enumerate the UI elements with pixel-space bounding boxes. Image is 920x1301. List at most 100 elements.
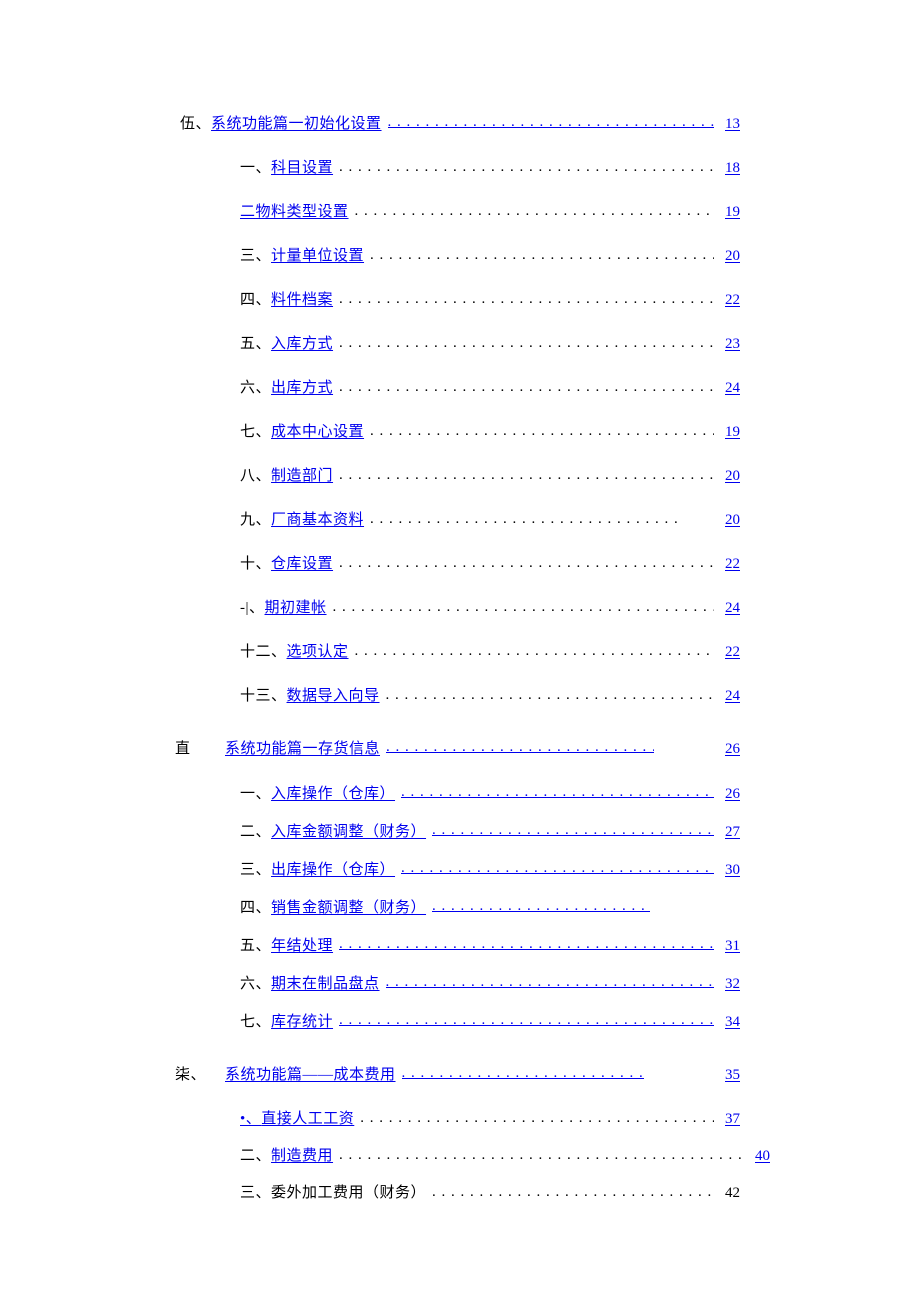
- toc-page-number[interactable]: 30: [718, 860, 740, 881]
- toc-leader-dots: [339, 465, 714, 480]
- toc-page-number[interactable]: 26: [718, 739, 740, 760]
- toc-item-label: 三、委外加工费用（财务）: [240, 1183, 426, 1204]
- toc-item-label: 七、库存统计: [240, 1012, 333, 1033]
- toc-item-link[interactable]: 成本中心设置: [271, 424, 364, 440]
- toc-leader-dots: [432, 820, 714, 836]
- toc-item-label: 一、入库操作（仓库）: [240, 784, 395, 805]
- toc-page-number[interactable]: 24: [718, 378, 740, 399]
- toc-item-label: 十、仓库设置: [240, 554, 333, 575]
- toc-leader-dots: [386, 685, 714, 700]
- toc-item-link[interactable]: 计量单位设置: [271, 248, 364, 264]
- toc-item-link[interactable]: 入库操作（仓库）: [271, 786, 395, 802]
- toc-leader-dots: [339, 1145, 744, 1160]
- toc-page-number[interactable]: 19: [718, 422, 740, 443]
- toc-item-link[interactable]: 入库金额调整（财务）: [271, 824, 426, 840]
- toc-item-link[interactable]: 出库方式: [271, 380, 333, 396]
- toc-page-number[interactable]: 37: [718, 1109, 740, 1130]
- toc-section-label: 柒、系统功能篇——成本费用: [180, 1065, 396, 1086]
- toc-page-number[interactable]: 24: [718, 598, 740, 619]
- toc-page-number[interactable]: 24: [718, 686, 740, 707]
- toc-leader-dots: [339, 377, 714, 392]
- toc-item-label: 二物料类型设置: [240, 202, 349, 223]
- toc-page-number[interactable]: 40: [748, 1146, 770, 1167]
- toc-item-link[interactable]: 料件档案: [271, 292, 333, 308]
- toc-item-label: 四、销售金额调整（财务）: [240, 898, 426, 919]
- toc-item-link[interactable]: 数据导入向导: [287, 688, 380, 704]
- toc-item-link[interactable]: 科目设置: [271, 160, 333, 176]
- toc-leader-dots: [386, 972, 714, 988]
- toc-leader-dots: [360, 1108, 714, 1123]
- toc-leader-dots: [402, 1063, 644, 1079]
- toc-leader-dots: [339, 289, 714, 304]
- toc-item-link[interactable]: 制造费用: [271, 1148, 333, 1164]
- toc-item-link[interactable]: 出库操作（仓库）: [271, 862, 395, 878]
- toc-page-number: 42: [718, 1183, 740, 1204]
- toc-item-label: 五、年结处理: [240, 936, 333, 957]
- toc-page-number[interactable]: 34: [718, 1012, 740, 1033]
- toc-leader-dots: [339, 553, 714, 568]
- toc-page-number[interactable]: 18: [718, 158, 740, 179]
- toc-leader-dots: [388, 112, 714, 128]
- toc-leader-dots: [339, 333, 714, 348]
- toc-item-link[interactable]: 期末在制品盘点: [271, 976, 380, 992]
- toc-item-link[interactable]: 选项认定: [287, 644, 349, 660]
- toc-item-link[interactable]: 库存统计: [271, 1014, 333, 1030]
- toc-item-link[interactable]: 厂商基本资料: [271, 512, 364, 528]
- toc-leader-dots: [370, 421, 714, 436]
- toc-item-link[interactable]: 期初建帐: [265, 600, 327, 616]
- toc-item-label: 六、期末在制品盘点: [240, 974, 380, 995]
- toc-item-link[interactable]: 仓库设置: [271, 556, 333, 572]
- toc-item-label: 八、制造部门: [240, 466, 333, 487]
- toc-leader-dots: [370, 245, 714, 260]
- toc-item-label: 一、科目设置: [240, 158, 333, 179]
- toc-item-link[interactable]: 入库方式: [271, 336, 333, 352]
- toc-item-label: 二、入库金额调整（财务）: [240, 822, 426, 843]
- toc-page-number[interactable]: 20: [718, 246, 740, 267]
- toc-item-label: 四、料件档案: [240, 290, 333, 311]
- toc-page-number[interactable]: 22: [718, 554, 740, 575]
- toc-page-number[interactable]: 20: [718, 510, 740, 531]
- toc-item-label: -|、期初建帐: [240, 598, 327, 619]
- toc-leader-dots: [386, 737, 654, 753]
- toc-item-label: 九、厂商基本资料: [240, 510, 364, 531]
- toc-page-number[interactable]: 35: [718, 1065, 740, 1086]
- toc-item-label: 六、出库方式: [240, 378, 333, 399]
- toc-item-label: 五、入库方式: [240, 334, 333, 355]
- toc-section-label: 直系统功能篇一存货信息: [180, 739, 380, 760]
- toc-section-link[interactable]: 系统功能篇一初始化设置: [211, 116, 382, 132]
- toc-page-number[interactable]: 22: [718, 290, 740, 311]
- toc-leader-dots: [339, 934, 714, 950]
- toc-item-link[interactable]: 年结处理: [271, 938, 333, 954]
- toc-item-link: 委外加工费用（财务）: [271, 1185, 426, 1201]
- toc-item-label: •、直接人工工资: [240, 1109, 354, 1130]
- toc-item-label: 三、计量单位设置: [240, 246, 364, 267]
- toc-leader-dots: [432, 1182, 714, 1197]
- toc-section-link[interactable]: 系统功能篇一存货信息: [225, 741, 380, 757]
- toc-item-label: 二、制造费用: [240, 1146, 333, 1167]
- toc-leader-dots: [355, 641, 714, 656]
- toc-item-link[interactable]: 制造部门: [271, 468, 333, 484]
- toc-item-label: 三、出库操作（仓库）: [240, 860, 395, 881]
- toc-page-number[interactable]: 31: [718, 936, 740, 957]
- toc-leader-dots: [401, 858, 714, 874]
- toc-item-link[interactable]: 销售金额调整（财务）: [271, 900, 426, 916]
- toc-page-number[interactable]: 13: [718, 114, 740, 135]
- toc-leader-dots: [432, 896, 650, 912]
- toc-leader-dots: [355, 201, 714, 216]
- toc-page-number[interactable]: 19: [718, 202, 740, 223]
- toc-page-number[interactable]: 32: [718, 974, 740, 995]
- toc-page-number[interactable]: 22: [718, 642, 740, 663]
- toc-section-label: 伍、系统功能篇一初始化设置: [180, 114, 382, 135]
- toc-item-label: 七、成本中心设置: [240, 422, 364, 443]
- toc-item-link[interactable]: 直接人工工资: [261, 1111, 354, 1127]
- toc-page-number[interactable]: 26: [718, 784, 740, 805]
- toc-page-number[interactable]: 20: [718, 466, 740, 487]
- toc-page-number[interactable]: 27: [718, 822, 740, 843]
- toc-leader-dots: [401, 782, 714, 798]
- toc-item-label: 十二、选项认定: [240, 642, 349, 663]
- toc-section-link[interactable]: 系统功能篇——成本费用: [225, 1067, 396, 1083]
- toc-page-number[interactable]: 23: [718, 334, 740, 355]
- toc-leader-dots: [333, 597, 714, 612]
- toc-leader-dots: [339, 157, 714, 172]
- toc-item-link[interactable]: 物料类型设置: [256, 204, 349, 220]
